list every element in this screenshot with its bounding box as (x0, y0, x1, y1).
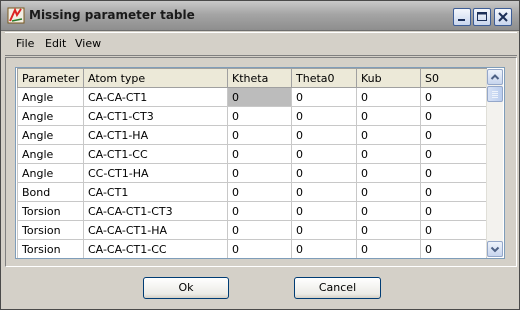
cell-atom-type[interactable]: CA-CA-CT1-CT3 (83, 201, 228, 221)
cell-parameter[interactable]: Angle (17, 87, 84, 107)
column-header-ktheta[interactable]: Ktheta (227, 68, 292, 88)
cell-parameter[interactable]: Angle (17, 125, 84, 145)
cell-theta0[interactable]: 0 (291, 182, 357, 202)
cell-theta0[interactable]: 0 (291, 106, 357, 126)
cell-kub[interactable]: 0 (356, 201, 421, 221)
cell-ktheta[interactable]: 0 (227, 144, 292, 164)
cell-atom-type[interactable]: CA-CT1 (83, 182, 228, 202)
table-row[interactable]: Torsion CA-CA-CT1-HA 0 0 0 0 (17, 220, 487, 240)
ok-button[interactable]: Ok (143, 277, 229, 299)
cell-parameter[interactable]: Bond (17, 182, 84, 202)
maximize-button[interactable] (473, 8, 491, 26)
vertical-scrollbar[interactable] (486, 69, 503, 257)
cell-s0[interactable]: 0 (420, 201, 487, 221)
cell-theta0[interactable]: 0 (291, 144, 357, 164)
chevron-up-icon (490, 74, 500, 80)
cell-atom-type[interactable]: CA-CT1-CT3 (83, 106, 228, 126)
minimize-icon (458, 19, 465, 21)
cell-atom-type[interactable]: CA-CT1-CC (83, 144, 228, 164)
app-logo-icon (7, 7, 25, 24)
column-header-s0[interactable]: S0 (420, 68, 487, 88)
cell-s0[interactable]: 0 (420, 106, 487, 126)
cell-s0[interactable]: 0 (420, 144, 487, 164)
cell-theta0[interactable]: 0 (291, 125, 357, 145)
close-button[interactable] (494, 8, 512, 26)
table-row[interactable]: Angle CA-CA-CT1 0 0 0 0 (17, 87, 487, 107)
table-row[interactable]: Angle CA-CT1-HA 0 0 0 0 (17, 125, 487, 145)
cell-kub[interactable]: 0 (356, 239, 421, 258)
parameter-grid: Parameter Atom type Ktheta Theta0 Kub S0… (17, 68, 487, 258)
cell-parameter[interactable]: Torsion (17, 239, 84, 258)
parameter-table: Parameter Atom type Ktheta Theta0 Kub S0… (15, 67, 505, 259)
close-icon (498, 12, 508, 22)
cell-atom-type[interactable]: CA-CA-CT1 (83, 87, 228, 107)
missing-parameter-dialog: Missing parameter table File Edit View P… (0, 0, 520, 310)
cell-ktheta[interactable]: 0 (227, 182, 292, 202)
cell-atom-type[interactable]: CA-CA-CT1-CC (83, 239, 228, 258)
cell-ktheta[interactable]: 0 (227, 106, 292, 126)
menu-view[interactable]: View (75, 37, 101, 50)
maximize-icon (477, 12, 487, 21)
table-row[interactable]: Torsion CA-CA-CT1-CC 0 0 0 0 (17, 239, 487, 258)
column-header-parameter[interactable]: Parameter (17, 68, 84, 88)
cell-s0[interactable]: 0 (420, 87, 487, 107)
table-row[interactable]: Torsion CA-CA-CT1-CT3 0 0 0 0 (17, 201, 487, 221)
cell-kub[interactable]: 0 (356, 125, 421, 145)
grip-icon (492, 91, 498, 98)
window-title: Missing parameter table (29, 8, 195, 22)
cell-kub[interactable]: 0 (356, 220, 421, 240)
column-header-atom-type[interactable]: Atom type (83, 68, 228, 88)
table-row[interactable]: Bond CA-CT1 0 0 0 0 (17, 182, 487, 202)
cell-parameter[interactable]: Angle (17, 144, 84, 164)
cell-theta0[interactable]: 0 (291, 201, 357, 221)
cell-s0[interactable]: 0 (420, 220, 487, 240)
cell-parameter[interactable]: Torsion (17, 201, 84, 221)
cell-kub[interactable]: 0 (356, 144, 421, 164)
cell-ktheta[interactable]: 0 (227, 163, 292, 183)
column-header-theta0[interactable]: Theta0 (291, 68, 357, 88)
cell-atom-type[interactable]: CA-CA-CT1-HA (83, 220, 228, 240)
cell-kub[interactable]: 0 (356, 182, 421, 202)
cell-s0[interactable]: 0 (420, 125, 487, 145)
cell-kub[interactable]: 0 (356, 163, 421, 183)
cell-parameter[interactable]: Torsion (17, 220, 84, 240)
column-header-kub[interactable]: Kub (356, 68, 421, 88)
cell-ktheta[interactable]: 0 (227, 125, 292, 145)
cell-s0[interactable]: 0 (420, 163, 487, 183)
cell-ktheta[interactable]: 0 (227, 201, 292, 221)
table-row[interactable]: Angle CA-CT1-CT3 0 0 0 0 (17, 106, 487, 126)
menu-bar: File Edit View (5, 32, 517, 56)
cancel-button[interactable]: Cancel (294, 277, 381, 299)
cell-s0[interactable]: 0 (420, 239, 487, 258)
menu-file[interactable]: File (16, 37, 34, 50)
cell-theta0[interactable]: 0 (291, 220, 357, 240)
menu-edit[interactable]: Edit (45, 37, 66, 50)
cell-ktheta[interactable]: 0 (227, 87, 292, 107)
cell-s0[interactable]: 0 (420, 182, 487, 202)
cell-ktheta[interactable]: 0 (227, 220, 292, 240)
cell-theta0[interactable]: 0 (291, 87, 357, 107)
minimize-button[interactable] (453, 8, 471, 26)
cell-parameter[interactable]: Angle (17, 106, 84, 126)
table-row[interactable]: Angle CA-CT1-CC 0 0 0 0 (17, 144, 487, 164)
scroll-up-button[interactable] (487, 69, 503, 85)
chevron-down-icon (490, 246, 500, 253)
cell-kub[interactable]: 0 (356, 87, 421, 107)
scroll-down-button[interactable] (487, 241, 503, 257)
cell-parameter[interactable]: Angle (17, 163, 84, 183)
table-row[interactable]: Angle CC-CT1-HA 0 0 0 0 (17, 163, 487, 183)
cell-kub[interactable]: 0 (356, 106, 421, 126)
cell-theta0[interactable]: 0 (291, 239, 357, 258)
cell-atom-type[interactable]: CA-CT1-HA (83, 125, 228, 145)
cell-ktheta[interactable]: 0 (227, 239, 292, 258)
cell-theta0[interactable]: 0 (291, 163, 357, 183)
title-bar[interactable]: Missing parameter table (1, 1, 519, 31)
cell-atom-type[interactable]: CC-CT1-HA (83, 163, 228, 183)
table-header-row: Parameter Atom type Ktheta Theta0 Kub S0 (17, 68, 487, 88)
scroll-thumb[interactable] (487, 86, 503, 102)
